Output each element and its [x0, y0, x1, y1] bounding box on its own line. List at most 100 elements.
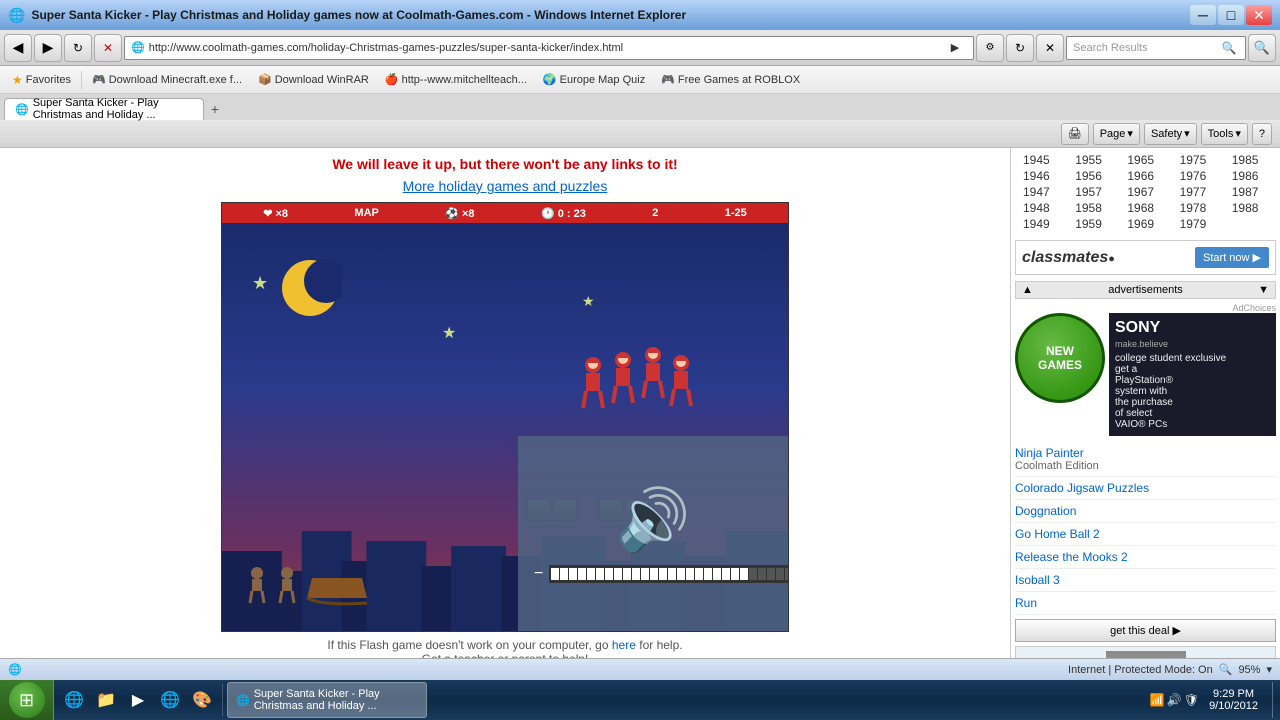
- year-cell: [1224, 216, 1276, 232]
- year-cell[interactable]: 1948: [1015, 200, 1067, 216]
- ninja-painter-sub: Coolmath Edition: [1015, 460, 1276, 472]
- back-button[interactable]: ◀: [4, 34, 32, 62]
- favorites-button[interactable]: ★ Favorites: [6, 71, 77, 89]
- show-desktop-button[interactable]: [1272, 682, 1280, 718]
- new-tab-button[interactable]: +: [204, 98, 226, 120]
- toolbar-page-button[interactable]: Page▾: [1093, 123, 1140, 145]
- close-button[interactable]: ✕: [1246, 5, 1272, 25]
- new-games-button[interactable]: NEW GAMES: [1015, 313, 1105, 403]
- year-cell[interactable]: 1969: [1119, 216, 1171, 232]
- volume-sys-icon[interactable]: 🔊: [1167, 693, 1182, 707]
- fav-roblox[interactable]: 🎮 Free Games at ROBLOX: [655, 71, 806, 88]
- isoball-link[interactable]: Isoball 3: [1015, 573, 1060, 587]
- year-cell[interactable]: 1978: [1172, 200, 1224, 216]
- go-home-ball-link[interactable]: Go Home Ball 2: [1015, 527, 1100, 541]
- year-cell[interactable]: 1967: [1119, 184, 1171, 200]
- search-go-button[interactable]: 🔍: [1219, 38, 1239, 58]
- stop-button[interactable]: ✕: [94, 34, 122, 62]
- ads-chevron-up-icon: ▲: [1022, 284, 1033, 296]
- fav-minecraft[interactable]: 🎮 Download Minecraft.exe f...: [86, 71, 248, 88]
- year-cell[interactable]: 1976: [1172, 168, 1224, 184]
- list-item: Ninja Painter Coolmath Edition: [1015, 442, 1276, 477]
- year-cell[interactable]: 1947: [1015, 184, 1067, 200]
- address-bar[interactable]: 🌐 http://www.coolmath-games.com/holiday-…: [124, 36, 974, 60]
- safety-label: Safety: [1151, 128, 1182, 140]
- fav-mitchell[interactable]: 🍎 http--www.mitchellteach...: [379, 71, 533, 88]
- refresh-button[interactable]: ↻: [64, 34, 92, 62]
- year-cell[interactable]: 1949: [1015, 216, 1067, 232]
- year-cell[interactable]: 1968: [1119, 200, 1171, 216]
- game-flash[interactable]: ❤ ×8 MAP ⚽ ×8 🕐 0 : 23 2 1-25: [221, 202, 789, 632]
- year-cell[interactable]: 1959: [1067, 216, 1119, 232]
- fav-minecraft-icon: 🎮: [92, 73, 106, 86]
- forward-button[interactable]: ▶: [34, 34, 62, 62]
- stop2-button[interactable]: ✕: [1036, 34, 1064, 62]
- star2: ★: [442, 323, 456, 343]
- nav-bar: ◀ ▶ ↻ ✕ 🌐 http://www.coolmath-games.com/…: [0, 30, 1280, 66]
- vol-segment-24: [767, 568, 775, 580]
- star3: ★: [582, 293, 595, 310]
- go-button[interactable]: ▶: [943, 36, 967, 60]
- colorado-jigsaw-link[interactable]: Colorado Jigsaw Puzzles: [1015, 481, 1149, 495]
- minimize-button[interactable]: ─: [1190, 5, 1216, 25]
- ie-quick-button[interactable]: 🌐: [58, 684, 90, 716]
- adchoices[interactable]: AdChoices: [1015, 303, 1276, 313]
- compatibility-button[interactable]: ⚙: [976, 34, 1004, 62]
- year-cell[interactable]: 1946: [1015, 168, 1067, 184]
- new-games-line2: GAMES: [1038, 358, 1082, 372]
- paint-quick-button[interactable]: 🎨: [186, 684, 218, 716]
- fav-winrar[interactable]: 📦 Download WinRAR: [252, 71, 375, 88]
- year-cell[interactable]: 1975: [1172, 152, 1224, 168]
- search-box[interactable]: Search Results 🔍: [1066, 36, 1246, 60]
- get-deal-button[interactable]: get this deal ▶: [1015, 619, 1276, 642]
- more-holiday-link[interactable]: More holiday games and puzzles: [403, 178, 608, 194]
- maximize-button[interactable]: □: [1218, 5, 1244, 25]
- year-cell[interactable]: 1977: [1172, 184, 1224, 200]
- fav-europe[interactable]: 🌍 Europe Map Quiz: [537, 71, 651, 88]
- start-button[interactable]: ⊞: [0, 680, 54, 720]
- title-bar-controls: ─ □ ✕: [1190, 5, 1272, 25]
- toolbar-help-button[interactable]: ?: [1252, 123, 1272, 145]
- doggnation-link[interactable]: Doggnation: [1015, 504, 1076, 518]
- taskbar-clock[interactable]: 9:29 PM 9/10/2012: [1203, 688, 1264, 712]
- year-cell[interactable]: 1956: [1067, 168, 1119, 184]
- classmates-start-button[interactable]: Start now ▶: [1195, 247, 1269, 268]
- security-icon: 🛡: [1184, 693, 1199, 707]
- search-button[interactable]: 🔍: [1248, 34, 1276, 62]
- ie-taskbar-app[interactable]: 🌐 Super Santa Kicker - Play Christmas an…: [227, 682, 427, 718]
- ninja-painter-link[interactable]: Ninja Painter: [1015, 446, 1084, 460]
- year-cell[interactable]: 1965: [1119, 152, 1171, 168]
- year-cell[interactable]: 1988: [1224, 200, 1276, 216]
- active-tab[interactable]: 🌐 Super Santa Kicker - Play Christmas an…: [4, 98, 204, 120]
- year-cell[interactable]: 1945: [1015, 152, 1067, 168]
- vol-segment-11: [650, 568, 658, 580]
- toolbar-print-button[interactable]: 🖨: [1061, 123, 1089, 145]
- protected-mode-text: Internet | Protected Mode: On: [1068, 664, 1213, 676]
- year-cell[interactable]: 1966: [1119, 168, 1171, 184]
- release-mooks-link[interactable]: Release the Mooks 2: [1015, 550, 1128, 564]
- explorer-quick-button[interactable]: 📁: [90, 684, 122, 716]
- toolbar-tools-button[interactable]: Tools▾: [1201, 123, 1248, 145]
- address-text: http://www.coolmath-games.com/holiday-Ch…: [149, 42, 943, 54]
- help-label: ?: [1259, 128, 1265, 140]
- year-cell[interactable]: 1987: [1224, 184, 1276, 200]
- flash-help-link[interactable]: here: [612, 638, 636, 652]
- year-cell[interactable]: 1957: [1067, 184, 1119, 200]
- list-item: Colorado Jigsaw Puzzles: [1015, 477, 1276, 500]
- taskbar-sys-icons: 📶 🔊 🛡: [1150, 693, 1199, 707]
- table-row: 1947 1957 1967 1977 1987: [1015, 184, 1276, 200]
- year-cell[interactable]: 1955: [1067, 152, 1119, 168]
- refresh2-button[interactable]: ↻: [1006, 34, 1034, 62]
- year-cell[interactable]: 1979: [1172, 216, 1224, 232]
- volume-bar[interactable]: [549, 565, 789, 583]
- favorites-bar: ★ Favorites 🎮 Download Minecraft.exe f..…: [0, 66, 1280, 94]
- year-cell[interactable]: 1986: [1224, 168, 1276, 184]
- ads-header: ▲ advertisements ▼: [1015, 281, 1276, 299]
- year-cell[interactable]: 1958: [1067, 200, 1119, 216]
- network-icon: 📶: [1150, 693, 1165, 707]
- toolbar-safety-button[interactable]: Safety▾: [1144, 123, 1197, 145]
- media-quick-button[interactable]: ▶: [122, 684, 154, 716]
- year-cell[interactable]: 1985: [1224, 152, 1276, 168]
- run-link[interactable]: Run: [1015, 596, 1037, 610]
- browser-quick-button[interactable]: 🌐: [154, 684, 186, 716]
